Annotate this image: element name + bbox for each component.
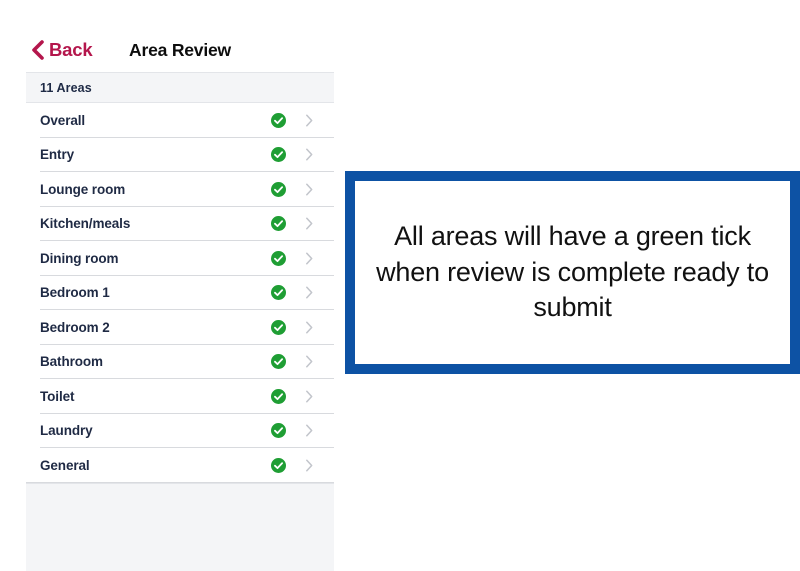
chevron-right-icon[interactable] (305, 320, 314, 335)
area-list-item[interactable]: Bathroom (26, 344, 334, 379)
chevron-right-icon[interactable] (305, 285, 314, 300)
green-check-circle-icon (271, 250, 286, 266)
area-list-item-label: Dining room (40, 250, 119, 266)
annotation-callout-text: All areas will have a green tick when re… (376, 220, 769, 323)
area-list-item[interactable]: Bedroom 1 (26, 275, 334, 310)
area-list-item-label: General (40, 457, 90, 473)
area-list-item[interactable]: General (26, 448, 334, 483)
area-list-item-label: Entry (40, 147, 75, 163)
annotation-callout-box: All areas will have a green tick when re… (345, 171, 800, 374)
green-check-circle-icon (271, 285, 286, 301)
green-check-circle-icon (271, 216, 286, 232)
green-check-circle-icon (271, 112, 286, 128)
area-list-item[interactable]: Bedroom 2 (26, 310, 334, 345)
area-list-item-label: Laundry (40, 423, 93, 439)
area-list-item[interactable]: Kitchen/meals (26, 206, 334, 241)
chevron-right-icon[interactable] (305, 389, 314, 404)
area-list-item[interactable]: Overall (26, 103, 334, 138)
area-list-item[interactable]: Laundry (26, 413, 334, 448)
section-header: 11 Areas (26, 72, 334, 103)
chevron-right-icon[interactable] (305, 251, 314, 266)
area-list-item-label: Kitchen/meals (40, 216, 131, 232)
area-list-item-label: Bedroom 2 (40, 319, 110, 335)
area-list-item-label: Lounge room (40, 181, 126, 197)
chevron-right-icon[interactable] (305, 354, 314, 369)
chevron-right-icon[interactable] (305, 458, 314, 473)
back-button[interactable]: Back (31, 38, 93, 60)
back-chevron-icon (32, 40, 44, 60)
green-check-circle-icon (271, 319, 286, 335)
chevron-right-icon[interactable] (305, 216, 314, 231)
green-check-circle-icon (271, 388, 286, 404)
area-list-item[interactable]: Lounge room (26, 172, 334, 207)
green-check-circle-icon (271, 181, 286, 197)
area-list-item[interactable]: Toilet (26, 379, 334, 414)
area-list-item-label: Bedroom 1 (40, 285, 110, 301)
area-list-item-label: Bathroom (40, 354, 103, 370)
chevron-right-icon[interactable] (305, 182, 314, 197)
area-list-item[interactable]: Entry (26, 137, 334, 172)
navigation-bar: Back Area Review (26, 28, 334, 72)
chevron-right-icon[interactable] (305, 113, 314, 128)
chevron-right-icon[interactable] (305, 423, 314, 438)
area-list-item-label: Toilet (40, 388, 75, 404)
green-check-circle-icon (271, 354, 286, 370)
green-check-circle-icon (271, 457, 286, 473)
green-check-circle-icon (271, 147, 286, 163)
area-list-item-label: Overall (40, 112, 86, 128)
green-check-circle-icon (271, 423, 286, 439)
list-empty-space (26, 482, 334, 571)
area-list: Overall Entry Lounge room Kitchen/meals Dini… (26, 103, 334, 483)
area-count-label: 11 Areas (40, 80, 92, 95)
chevron-right-icon[interactable] (305, 147, 314, 162)
area-list-item[interactable]: Dining room (26, 241, 334, 276)
back-label: Back (49, 38, 93, 60)
phone-screen: Back Area Review 11 Areas Overall Entry Lo… (26, 28, 334, 571)
